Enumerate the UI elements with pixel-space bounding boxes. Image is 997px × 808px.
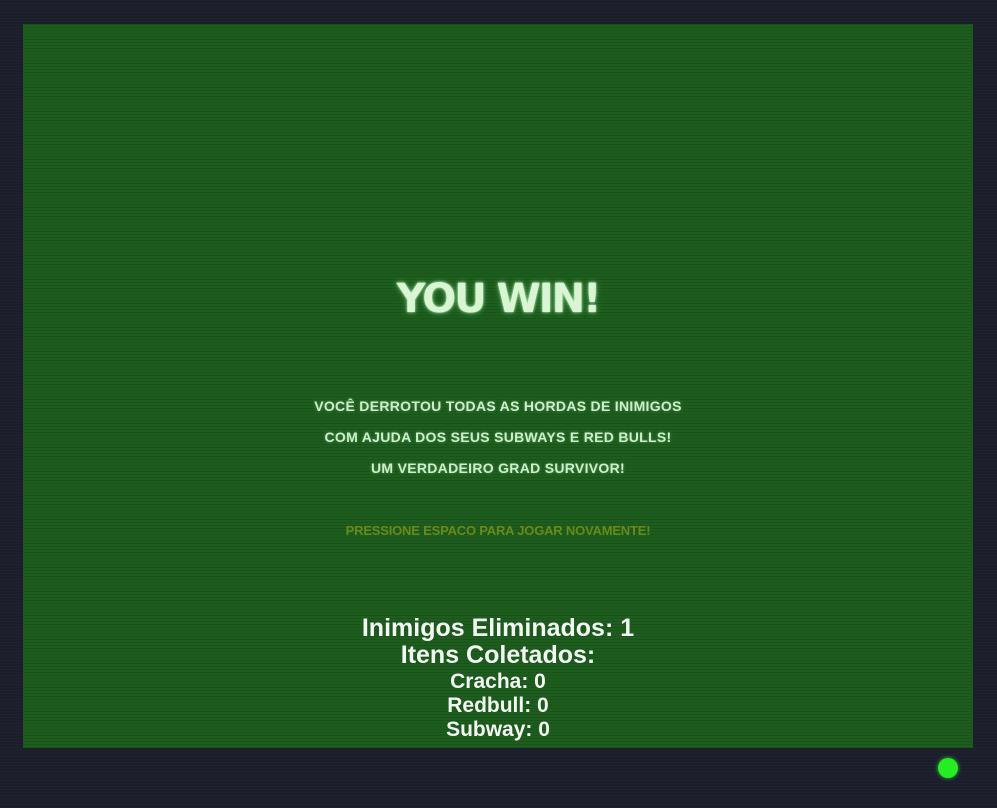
game-screen[interactable]: YOU WIN! VOCÊ DERROTOU TODAS AS HORDAS D… xyxy=(23,24,973,748)
win-message-line-3: UM VERDADEIRO GRAD SURVIVOR! xyxy=(371,460,625,476)
win-message-line-1: VOCÊ DERROTOU TODAS AS HORDAS DE INIMIGO… xyxy=(314,398,682,414)
subway-count: Subway: 0 xyxy=(446,718,550,741)
cracha-count: Cracha: 0 xyxy=(450,670,546,693)
redbull-count: Redbull: 0 xyxy=(447,694,549,717)
enemies-killed-stat: Inimigos Eliminados: 1 xyxy=(361,614,635,642)
items-collected-header: Itens Coletados: xyxy=(400,641,596,669)
restart-prompt[interactable]: PRESSIONE ESPACO PARA JOGAR NOVAMENTE! xyxy=(23,523,973,538)
status-dot-icon xyxy=(938,758,958,778)
win-title: YOU WIN! xyxy=(396,276,602,322)
win-message-line-2: COM AJUDA DOS SEUS SUBWAYS E RED BULLS! xyxy=(324,429,672,445)
app-frame: YOU WIN! VOCÊ DERROTOU TODAS AS HORDAS D… xyxy=(0,0,997,808)
